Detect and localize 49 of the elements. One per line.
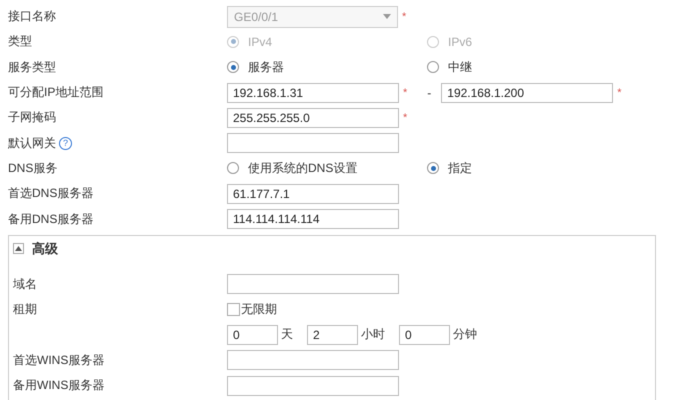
field-label: 首选WINS服务器 [13,352,104,369]
range-separator: - [427,86,432,100]
radio-label: 使用系统的DNS设置 [248,160,358,177]
input-field[interactable]: 61.177.7.1 [227,184,399,204]
radio-button[interactable] [227,61,239,74]
field-label: DNS服务 [8,160,58,177]
input-field[interactable] [227,376,399,396]
field-label: 类型 [8,33,32,50]
input-field[interactable]: 192.168.1.200 [441,82,614,103]
radio-label: 指定 [448,160,472,177]
field-label: 默认网关 [8,134,56,152]
required-mark: * [403,112,408,124]
caret-icon [383,14,391,20]
radio-button[interactable] [427,162,439,174]
input-field[interactable]: 114.114.114.114 [227,209,399,230]
collapse-toggle-icon[interactable] [13,243,24,254]
input-field[interactable] [227,350,399,370]
field-label: 子网掩码 [8,109,56,126]
field-label: 接口名称 [8,8,56,26]
radio-label: 中继 [448,58,472,76]
unit-label: 分钟 [453,326,477,344]
radio-label: IPv6 [448,34,472,49]
field-label: 备用WINS服务器 [13,377,104,394]
input-field[interactable]: 2 [307,324,358,345]
required-mark: * [617,86,622,99]
field-label: 租期 [13,301,37,318]
input-field[interactable]: 0 [227,324,278,345]
unit-label: 天 [281,326,293,344]
required-mark: * [402,10,406,23]
field-label: 服务类型 [8,58,56,76]
radio-button[interactable] [227,162,239,174]
input-field[interactable]: 0 [399,324,450,345]
unit-label: 小时 [361,326,385,344]
field-label: 备用DNS服务器 [8,210,94,228]
radio-button[interactable] [427,61,439,74]
input-field[interactable] [227,274,399,294]
field-label: 域名 [13,276,37,293]
field-label: 首选DNS服务器 [8,185,94,202]
section-title: 高级 [32,240,58,258]
required-mark: * [403,86,408,99]
field-label: 可分配IP地址范围 [8,84,104,102]
input-field[interactable]: 255.255.255.0 [227,108,399,128]
checkbox[interactable] [227,303,240,316]
checkbox-label: 无限期 [241,301,277,318]
radio-label: IPv4 [248,34,272,49]
radio-label: 服务器 [248,58,284,76]
input-field[interactable]: 192.168.1.31 [227,82,399,103]
help-icon[interactable]: ? [59,136,72,150]
input-field[interactable] [227,133,399,154]
